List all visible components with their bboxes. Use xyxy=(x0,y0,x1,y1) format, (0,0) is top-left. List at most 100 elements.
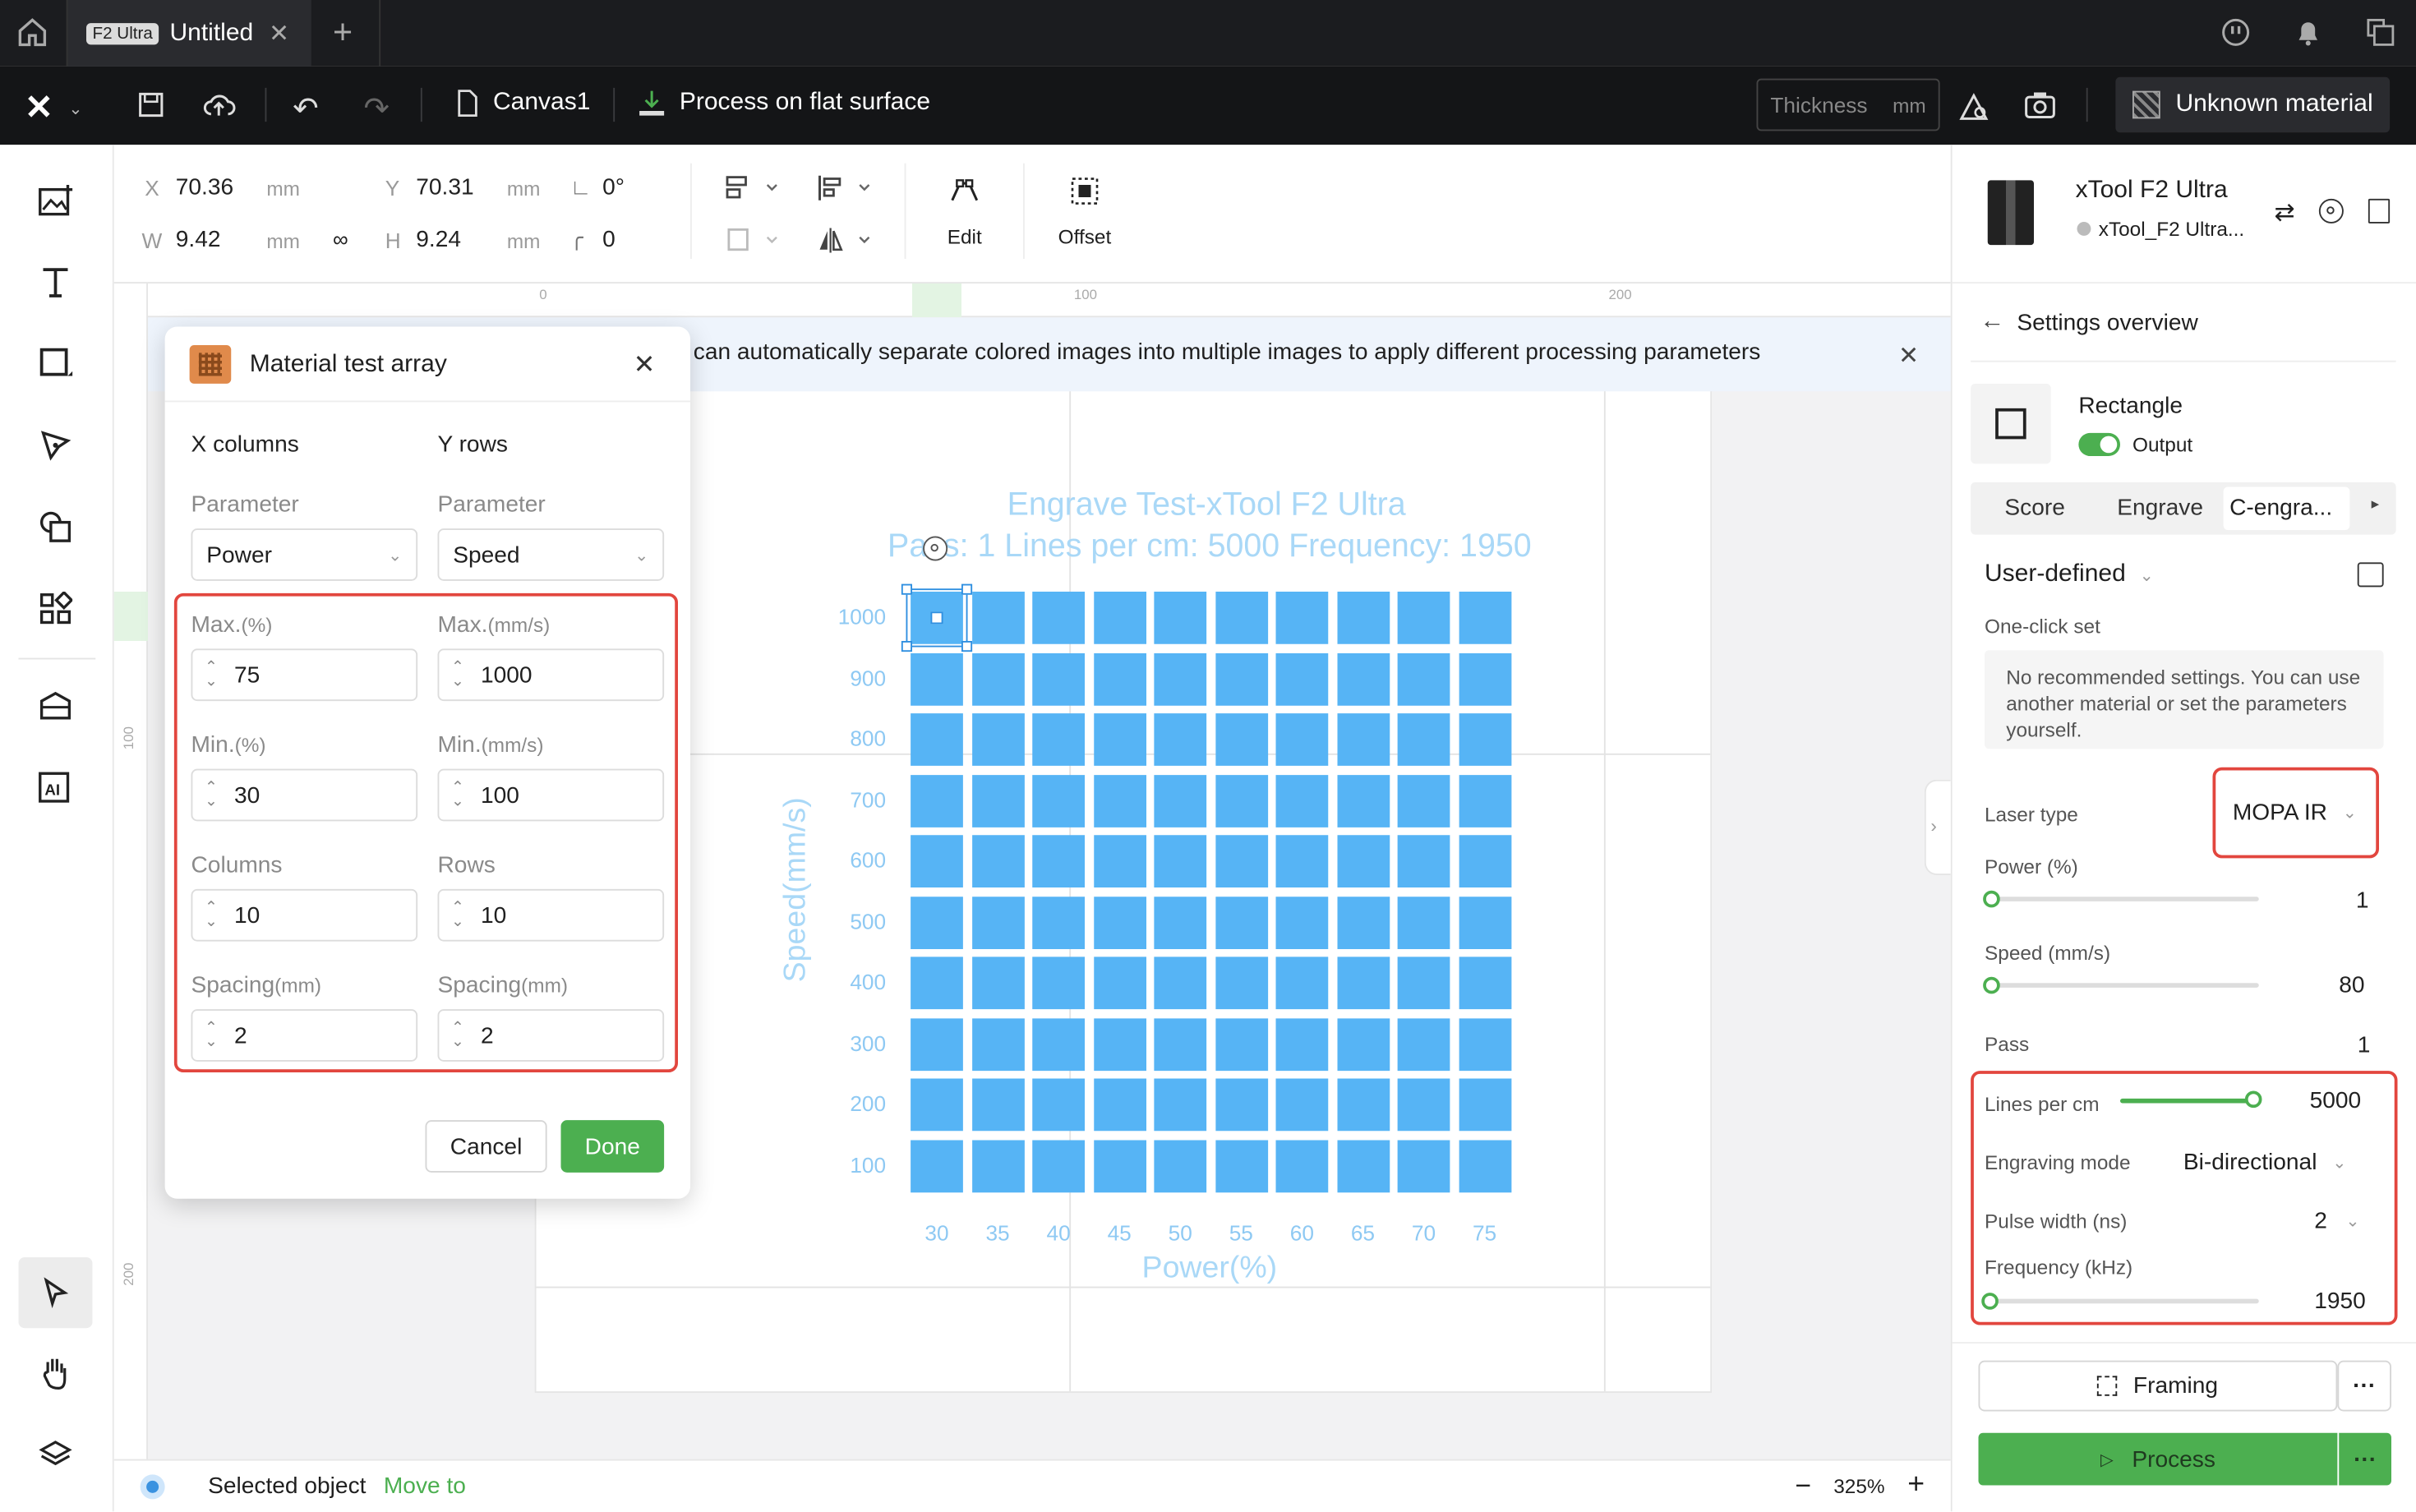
feedback-icon[interactable] xyxy=(2220,17,2252,48)
output-toggle[interactable] xyxy=(2078,432,2120,456)
x-min-stepper[interactable]: ⌃ ⌄ 30 xyxy=(191,768,418,822)
test-cell[interactable] xyxy=(1154,592,1207,644)
test-cell[interactable] xyxy=(1093,592,1146,644)
test-cell[interactable] xyxy=(1336,957,1390,1010)
test-cell[interactable] xyxy=(1154,896,1207,949)
x-spacing-stepper[interactable]: ⌃ ⌄ 2 xyxy=(191,1009,418,1062)
thickness-input[interactable]: Thickness mm xyxy=(1756,78,1940,131)
zoom-in-icon[interactable]: + xyxy=(1907,1468,1925,1502)
close-banner-icon[interactable]: ✕ xyxy=(1898,340,1919,371)
power-value[interactable]: 1 xyxy=(2356,887,2369,914)
test-cell[interactable] xyxy=(1458,1078,1511,1132)
camera-icon[interactable] xyxy=(2023,90,2057,121)
shapes-library-icon[interactable] xyxy=(21,500,90,555)
stepper-arrows-icon[interactable]: ⌃ ⌄ xyxy=(192,781,229,810)
test-cell[interactable] xyxy=(1458,1017,1511,1071)
test-cell[interactable] xyxy=(1215,774,1268,827)
test-cell[interactable] xyxy=(1154,1139,1207,1192)
test-cell[interactable] xyxy=(1154,652,1207,705)
select-tool-icon[interactable] xyxy=(18,1257,93,1329)
test-cell[interactable] xyxy=(1032,957,1085,1010)
test-cell[interactable] xyxy=(911,1017,963,1071)
test-cell[interactable] xyxy=(1215,1017,1268,1071)
cancel-button[interactable]: Cancel xyxy=(425,1120,547,1173)
lines-per-cm-value[interactable]: 5000 xyxy=(2310,1088,2362,1114)
process-more-button[interactable]: ··· xyxy=(2339,1432,2391,1486)
test-cell[interactable] xyxy=(971,774,1024,827)
ai-tool-icon[interactable]: AI xyxy=(21,759,90,815)
test-cell[interactable] xyxy=(911,774,963,827)
corner-radius-value[interactable]: 0 xyxy=(602,227,616,253)
test-cell[interactable] xyxy=(1336,1078,1390,1132)
frequency-slider-knob[interactable] xyxy=(1981,1293,1999,1310)
test-cell[interactable] xyxy=(1458,896,1511,949)
test-cell[interactable] xyxy=(911,957,963,1010)
test-cell[interactable] xyxy=(911,652,963,705)
test-cell[interactable] xyxy=(1154,957,1207,1010)
layers-icon[interactable] xyxy=(21,1427,90,1482)
new-tab-icon[interactable]: + xyxy=(333,12,353,53)
y-value[interactable]: 70.31 xyxy=(416,174,473,201)
framing-more-button[interactable]: ··· xyxy=(2337,1360,2391,1412)
test-cell[interactable] xyxy=(1093,1139,1146,1192)
test-cell[interactable] xyxy=(1275,592,1329,644)
stepper-arrows-icon[interactable]: ⌃ ⌄ xyxy=(192,660,229,689)
test-cell[interactable] xyxy=(971,652,1024,705)
device-settings-icon[interactable] xyxy=(2318,198,2344,224)
test-cell[interactable] xyxy=(1093,896,1146,949)
done-button[interactable]: Done xyxy=(560,1120,665,1173)
save-icon[interactable] xyxy=(136,90,167,121)
stepper-arrows-icon[interactable]: ⌃ ⌄ xyxy=(439,1021,476,1050)
test-cell[interactable] xyxy=(1093,835,1146,887)
stepper-arrows-icon[interactable]: ⌃ ⌄ xyxy=(439,901,476,930)
test-cell[interactable] xyxy=(1458,713,1511,766)
close-dialog-icon[interactable]: ✕ xyxy=(634,350,656,381)
swap-device-icon[interactable]: ⇄ xyxy=(2275,197,2295,228)
test-cell[interactable] xyxy=(1215,713,1268,766)
laser-type-select[interactable]: MOPA IR ⌄ xyxy=(2233,800,2357,826)
window-switch-icon[interactable] xyxy=(2365,17,2396,48)
test-cell[interactable] xyxy=(1397,713,1450,766)
tab-score[interactable]: Score xyxy=(2004,495,2064,521)
canvas-selector[interactable]: Canvas1 xyxy=(456,90,590,118)
tab-engrave[interactable]: Engrave xyxy=(2117,495,2203,521)
image-upload-icon[interactable] xyxy=(21,173,90,228)
home-icon[interactable] xyxy=(16,17,49,48)
test-cell[interactable] xyxy=(1458,592,1511,644)
test-cell[interactable] xyxy=(1275,1017,1329,1071)
test-cell[interactable] xyxy=(1093,652,1146,705)
test-cell[interactable] xyxy=(1215,835,1268,887)
material-selector[interactable]: Unknown material xyxy=(2115,76,2391,133)
test-cell[interactable] xyxy=(971,835,1024,887)
test-cell[interactable] xyxy=(971,896,1024,949)
hand-pan-icon[interactable] xyxy=(21,1345,90,1401)
speed-value[interactable]: 80 xyxy=(2339,972,2364,998)
test-cell[interactable] xyxy=(911,1139,963,1192)
test-cell[interactable] xyxy=(1154,835,1207,887)
distribute-icon[interactable] xyxy=(817,173,878,204)
test-cell[interactable] xyxy=(1336,1017,1390,1071)
test-cell[interactable] xyxy=(1397,896,1450,949)
x-max-stepper[interactable]: ⌃ ⌄ 75 xyxy=(191,648,418,702)
test-cell[interactable] xyxy=(1336,896,1390,949)
test-cell[interactable] xyxy=(1032,1139,1085,1192)
pulse-width-select[interactable]: 2 ⌄ xyxy=(2314,1208,2359,1234)
test-cell[interactable] xyxy=(1336,713,1390,766)
test-cell[interactable] xyxy=(1093,957,1146,1010)
undo-icon[interactable]: ↶ xyxy=(293,90,318,128)
close-tab-icon[interactable]: ✕ xyxy=(269,18,289,49)
test-cell[interactable] xyxy=(1093,1078,1146,1132)
move-to-link[interactable]: Move to xyxy=(384,1473,466,1500)
test-cell[interactable] xyxy=(1336,774,1390,827)
test-cell[interactable] xyxy=(1397,957,1450,1010)
align-icon[interactable] xyxy=(724,173,786,204)
test-cell[interactable] xyxy=(1275,713,1329,766)
test-cell[interactable] xyxy=(1458,835,1511,887)
test-cell[interactable] xyxy=(1215,957,1268,1010)
test-cell[interactable] xyxy=(1032,774,1085,827)
rotation-value[interactable]: 0° xyxy=(602,174,625,201)
frequency-slider[interactable] xyxy=(1992,1298,2259,1304)
y-max-stepper[interactable]: ⌃ ⌄ 1000 xyxy=(437,648,665,702)
notification-bell-icon[interactable] xyxy=(2293,17,2324,48)
offset-button[interactable]: Offset xyxy=(1051,176,1119,253)
